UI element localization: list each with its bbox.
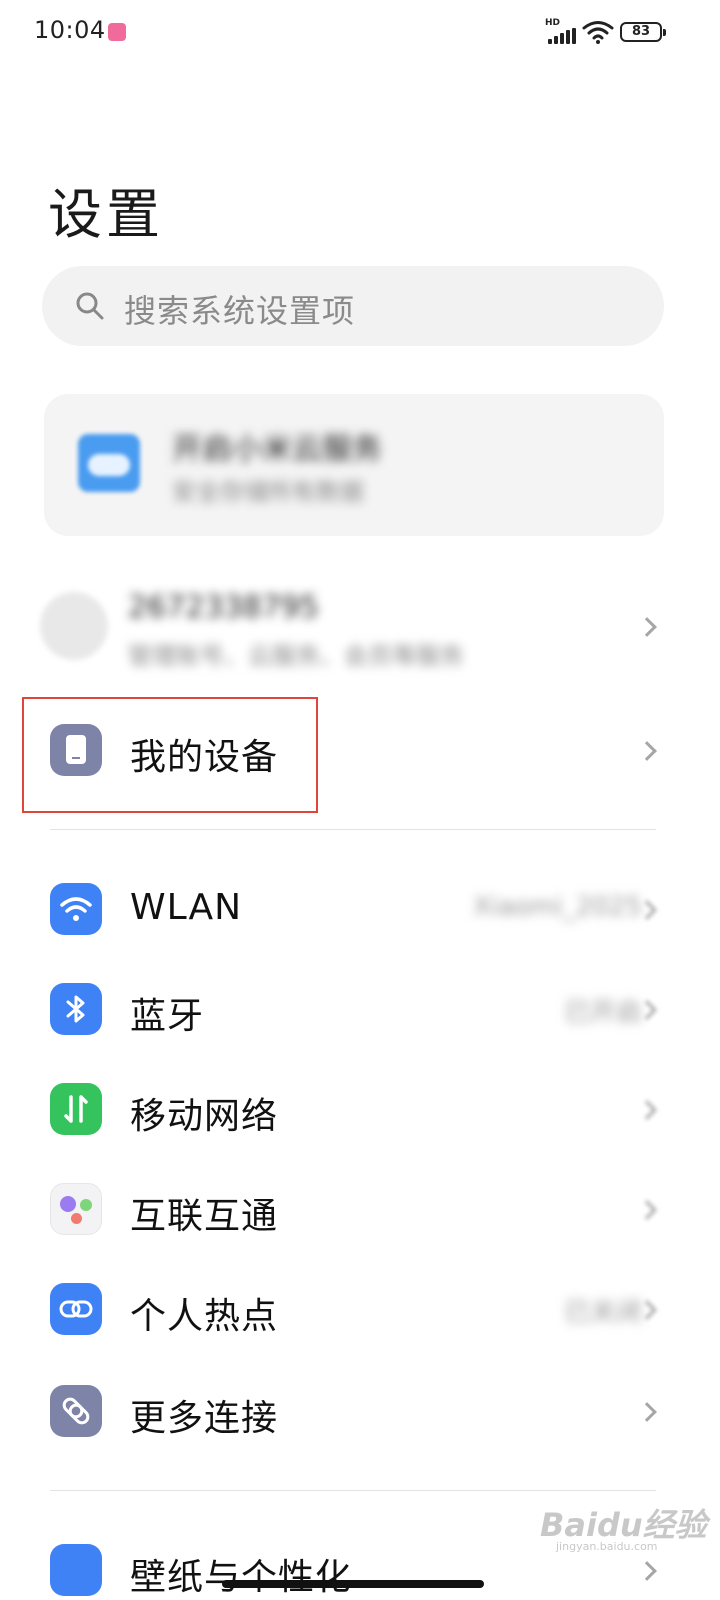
settings-item-label: 更多连接 [130,1398,279,1439]
chevron-right-icon [637,1100,657,1120]
watermark-domain: jingyan.baidu.com [556,1540,658,1553]
bluetooth-icon [50,983,102,1035]
settings-item-more-connections[interactable]: 更多连接 [0,1361,720,1461]
mobile-network-icon [50,1083,102,1135]
section-divider [50,829,656,830]
page-title: 设置 [48,183,164,246]
hd-label: HD [545,18,561,28]
search-placeholder: 搜索系统设置项 [124,292,356,330]
home-indicator[interactable] [222,1580,484,1588]
cloud-service-card[interactable]: 开启小米云服务 安全存储所有数据 [44,394,664,536]
account-id: 2672338795 [128,590,319,625]
battery-icon: 83 [620,22,666,42]
settings-item-label: WLAN [130,887,243,928]
settings-item-label: 个人热点 [130,1296,279,1337]
section-divider [50,1490,656,1491]
settings-item-value: 已开启 [563,998,642,1028]
settings-item-mobile-network[interactable]: 移动网络 [0,1059,720,1159]
wallpaper-icon [50,1544,102,1596]
settings-item-hotspot[interactable]: 个人热点 已关闭 [0,1259,720,1359]
settings-item-label: 蓝牙 [130,996,205,1037]
chevron-right-icon [637,1561,657,1581]
notification-app-icon [108,23,126,41]
account-description: 管理账号、云服务、会员等服务 [128,642,464,670]
interconnect-icon [50,1183,102,1235]
cellular-signal-icon [548,28,576,44]
hotspot-icon [50,1283,102,1335]
avatar [40,592,108,660]
status-time: 10:04 [34,16,106,44]
account-row[interactable]: 2672338795 管理账号、云服务、会员等服务 [0,570,720,680]
settings-item-interconnect[interactable]: 互联互通 [0,1159,720,1259]
chevron-right-icon [637,741,657,761]
wifi-icon [50,883,102,935]
settings-item-label: 壁纸与个性化 [130,1557,353,1598]
settings-item-bluetooth[interactable]: 蓝牙 已开启 [0,959,720,1059]
search-bar[interactable]: 搜索系统设置项 [42,266,664,346]
link-icon [50,1385,102,1437]
cloud-card-subtitle: 安全存储所有数据 [172,478,364,506]
settings-item-value: Xiaomi_2025 [473,892,642,922]
highlight-annotation-box [22,697,318,813]
cloud-card-title: 开启小米云服务 [172,432,382,467]
settings-item-wlan[interactable]: WLAN Xiaomi_2025 [0,859,720,959]
status-bar: 10:04 HD 83 [0,0,720,66]
search-icon [76,292,104,320]
chevron-right-icon [637,617,657,637]
cloud-icon [78,434,140,492]
chevron-right-icon [637,1200,657,1220]
chevron-right-icon [637,1402,657,1422]
settings-item-label: 互联互通 [130,1196,279,1237]
settings-item-value: 已关闭 [563,1298,642,1328]
settings-item-label: 移动网络 [130,1096,279,1137]
wifi-status-icon [582,21,614,44]
